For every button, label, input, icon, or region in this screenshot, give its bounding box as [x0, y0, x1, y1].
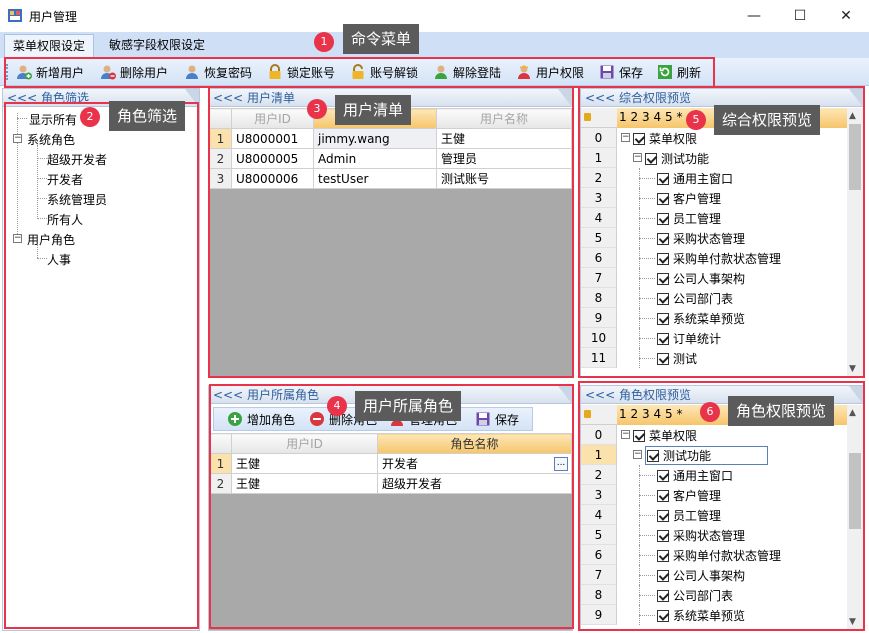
callout-label: 命令菜单 [343, 24, 420, 54]
close-button[interactable]: ✕ [823, 0, 869, 32]
callout-label: 角色筛选 [109, 101, 186, 131]
annotation-box-role-filter [4, 102, 199, 629]
callout-label: 用户所属角色 [355, 391, 462, 421]
callout-label: 用户清单 [335, 95, 412, 125]
callout-number: 2 [80, 107, 100, 127]
tab-sensitive-fields[interactable]: 敏感字段权限设定 [101, 34, 213, 58]
callout-number: 1 [314, 32, 334, 52]
callout-number: 6 [700, 402, 720, 422]
maximize-button[interactable]: ☐ [777, 0, 823, 32]
tab-menu-permissions[interactable]: 菜单权限设定 [4, 34, 95, 58]
app-icon [8, 9, 22, 22]
callout-label: 综合权限预览 [714, 105, 821, 135]
callout-number: 3 [307, 99, 327, 119]
annotation-box-command-menu [4, 57, 715, 88]
callout-number: 4 [327, 396, 347, 416]
annotation-box-user-list [208, 86, 574, 378]
callout-number: 5 [686, 110, 706, 130]
callout-label: 角色权限预览 [728, 396, 835, 426]
minimize-button[interactable]: — [731, 0, 777, 32]
window-title: 用户管理 [29, 10, 78, 24]
